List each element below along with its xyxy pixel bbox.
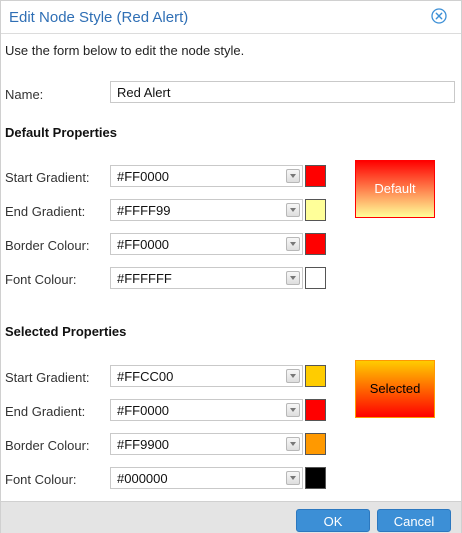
- selected-font-colour-select[interactable]: #000000: [110, 467, 303, 489]
- intro-text: Use the form below to edit the node styl…: [5, 43, 245, 58]
- default-end-gradient-label: End Gradient:: [5, 204, 86, 219]
- dialog-title: Edit Node Style (Red Alert): [9, 9, 189, 26]
- dialog-footer: OK Cancel: [1, 501, 461, 533]
- selected-border-colour-swatch[interactable]: [305, 433, 326, 455]
- edit-node-style-dialog: Edit Node Style (Red Alert) Use the form…: [0, 0, 462, 533]
- default-font-colour-swatch[interactable]: [305, 267, 326, 289]
- chevron-down-icon[interactable]: [286, 203, 300, 217]
- default-properties-title: Default Properties: [5, 125, 117, 140]
- default-end-gradient-value: #FFFF99: [117, 203, 171, 218]
- chevron-down-icon[interactable]: [286, 471, 300, 485]
- selected-font-colour-swatch[interactable]: [305, 467, 326, 489]
- close-icon[interactable]: [431, 8, 447, 24]
- default-style-preview: Default: [355, 160, 435, 218]
- chevron-down-icon[interactable]: [286, 237, 300, 251]
- default-border-colour-label: Border Colour:: [5, 238, 90, 253]
- ok-button[interactable]: OK: [296, 509, 370, 532]
- selected-style-preview: Selected: [355, 360, 435, 418]
- selected-start-gradient-value: #FFCC00: [117, 369, 174, 384]
- default-end-gradient-select[interactable]: #FFFF99: [110, 199, 303, 221]
- selected-end-gradient-swatch[interactable]: [305, 399, 326, 421]
- chevron-down-icon[interactable]: [286, 369, 300, 383]
- default-border-colour-value: #FF0000: [117, 237, 170, 252]
- selected-start-gradient-label: Start Gradient:: [5, 370, 90, 385]
- default-start-gradient-value: #FF0000: [117, 169, 170, 184]
- selected-border-colour-select[interactable]: #FF9900: [110, 433, 303, 455]
- selected-end-gradient-value: #FF0000: [117, 403, 170, 418]
- default-border-colour-select[interactable]: #FF0000: [110, 233, 303, 255]
- selected-start-gradient-select[interactable]: #FFCC00: [110, 365, 303, 387]
- chevron-down-icon[interactable]: [286, 403, 300, 417]
- selected-start-gradient-swatch[interactable]: [305, 365, 326, 387]
- default-start-gradient-label: Start Gradient:: [5, 170, 90, 185]
- default-end-gradient-swatch[interactable]: [305, 199, 326, 221]
- default-start-gradient-select[interactable]: #FF0000: [110, 165, 303, 187]
- cancel-button[interactable]: Cancel: [377, 509, 451, 532]
- default-start-gradient-swatch[interactable]: [305, 165, 326, 187]
- chevron-down-icon[interactable]: [286, 271, 300, 285]
- dialog-titlebar: Edit Node Style (Red Alert): [1, 1, 461, 33]
- chevron-down-icon[interactable]: [286, 437, 300, 451]
- name-input[interactable]: [110, 81, 455, 103]
- default-font-colour-select[interactable]: #FFFFFF: [110, 267, 303, 289]
- name-label: Name:: [5, 87, 44, 102]
- selected-font-colour-value: #000000: [117, 471, 168, 486]
- selected-border-colour-value: #FF9900: [117, 437, 170, 452]
- chevron-down-icon[interactable]: [286, 169, 300, 183]
- selected-end-gradient-select[interactable]: #FF0000: [110, 399, 303, 421]
- default-border-colour-swatch[interactable]: [305, 233, 326, 255]
- selected-properties-title: Selected Properties: [5, 324, 127, 339]
- default-font-colour-value: #FFFFFF: [117, 271, 172, 286]
- dialog-body: Use the form below to edit the node styl…: [1, 33, 461, 502]
- selected-border-colour-label: Border Colour:: [5, 438, 90, 453]
- default-font-colour-label: Font Colour:: [5, 272, 77, 287]
- selected-font-colour-label: Font Colour:: [5, 472, 77, 487]
- selected-end-gradient-label: End Gradient:: [5, 404, 86, 419]
